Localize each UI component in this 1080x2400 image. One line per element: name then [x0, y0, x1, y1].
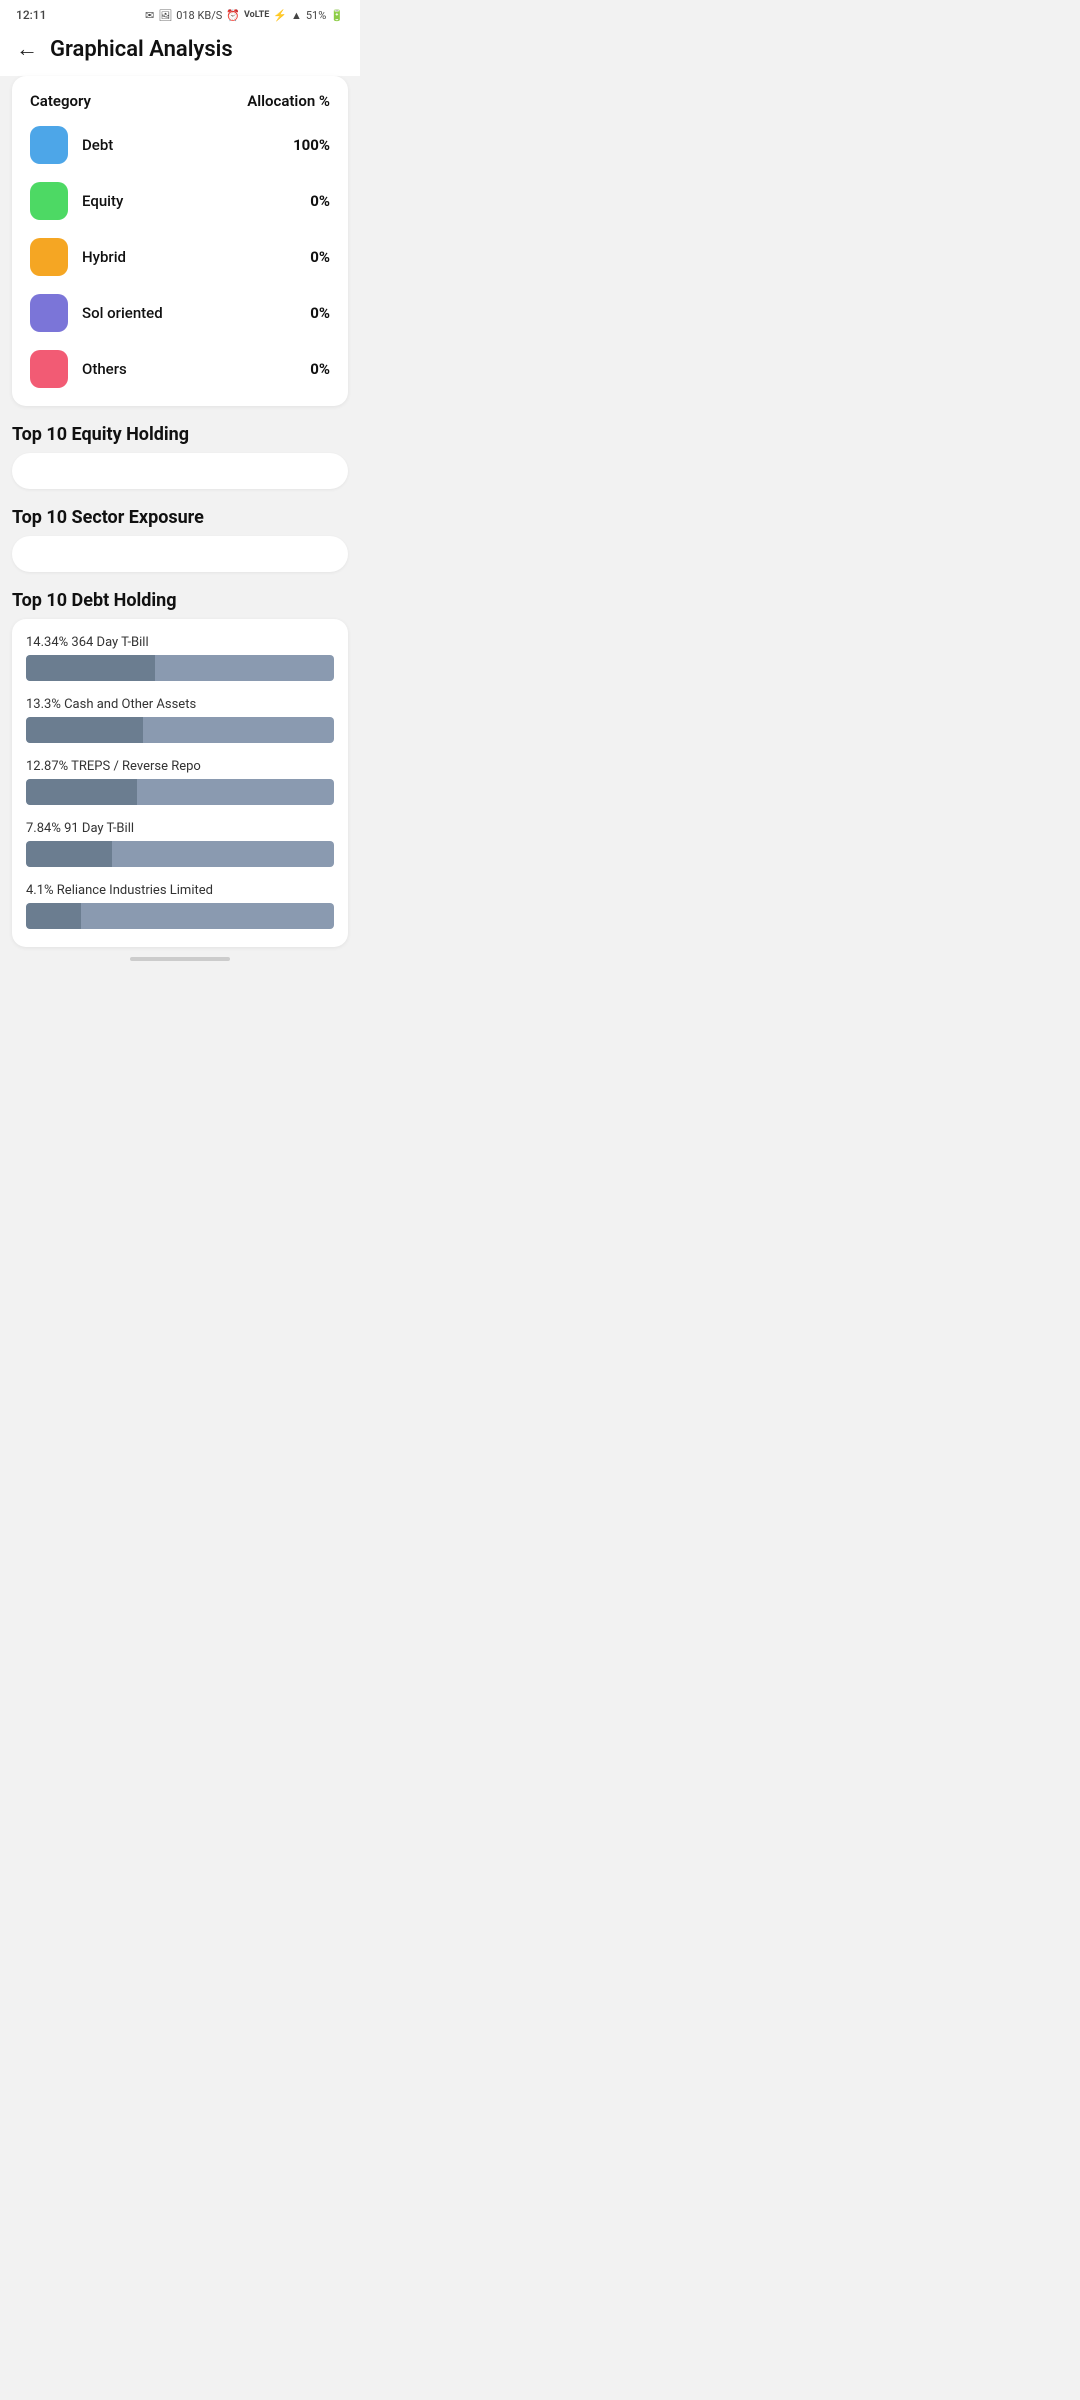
debt-bar-container	[26, 841, 334, 867]
sol-label: Sol oriented	[82, 304, 163, 322]
others-label: Others	[82, 360, 127, 378]
table-row: Others 0%	[30, 350, 330, 388]
debt-allocation: 100%	[293, 136, 330, 154]
equity-label: Equity	[82, 192, 123, 210]
debt-label: Debt	[82, 136, 113, 154]
hybrid-color-box	[30, 238, 68, 276]
table-row: Equity 0%	[30, 182, 330, 220]
category-left-sol: Sol oriented	[30, 294, 163, 332]
equity-color-box	[30, 182, 68, 220]
debt-bar-fill	[26, 779, 137, 805]
main-content: Category Allocation % Debt 100% Equity 0…	[0, 76, 360, 981]
others-allocation: 0%	[310, 360, 330, 378]
status-time: 12:11	[16, 8, 46, 22]
sol-color-box	[30, 294, 68, 332]
debt-bar-container	[26, 903, 334, 929]
back-button[interactable]: ←	[16, 36, 38, 62]
page-title: Graphical Analysis	[50, 37, 233, 62]
table-row: Hybrid 0%	[30, 238, 330, 276]
debt-holding-item: 13.3% Cash and Other Assets	[26, 697, 334, 743]
equity-allocation: 0%	[310, 192, 330, 210]
debt-section-title: Top 10 Debt Holding	[12, 590, 348, 611]
category-allocation-card: Category Allocation % Debt 100% Equity 0…	[12, 76, 348, 406]
sol-allocation: 0%	[310, 304, 330, 322]
status-icons: ✉ 🖼 018 KB/S ⏰ VoLTE ⚡ ▲ 51% 🔋	[145, 9, 344, 22]
table-row: Debt 100%	[30, 126, 330, 164]
wifi-icon: ▲	[291, 9, 302, 22]
hybrid-label: Hybrid	[82, 248, 126, 266]
header: ← Graphical Analysis	[0, 26, 360, 76]
debt-bar-fill	[26, 903, 81, 929]
debt-bar-fill	[26, 655, 155, 681]
category-left-equity: Equity	[30, 182, 123, 220]
debt-color-box	[30, 126, 68, 164]
hybrid-allocation: 0%	[310, 248, 330, 266]
debt-holding-item: 7.84% 91 Day T-Bill	[26, 821, 334, 867]
battery-icon: 🔋	[330, 9, 344, 22]
debt-item-label: 13.3% Cash and Other Assets	[26, 697, 334, 712]
scroll-indicator	[130, 957, 230, 961]
status-bar: 12:11 ✉ 🖼 018 KB/S ⏰ VoLTE ⚡ ▲ 51% 🔋	[0, 0, 360, 26]
others-color-box	[30, 350, 68, 388]
debt-bar-container	[26, 717, 334, 743]
volte-icon: VoLTE	[244, 10, 269, 20]
equity-section-title: Top 10 Equity Holding	[12, 424, 348, 445]
battery-text: 51%	[306, 9, 326, 22]
sector-empty-card	[12, 536, 348, 572]
debt-item-label: 14.34% 364 Day T-Bill	[26, 635, 334, 650]
debt-bar-container	[26, 655, 334, 681]
debt-bar-container	[26, 779, 334, 805]
col-allocation-label: Allocation %	[247, 92, 330, 110]
mail-icon: ✉	[145, 9, 154, 22]
category-left-debt: Debt	[30, 126, 113, 164]
debt-holding-item: 4.1% Reliance Industries Limited	[26, 883, 334, 929]
table-header-row: Category Allocation %	[30, 92, 330, 110]
debt-holding-item: 14.34% 364 Day T-Bill	[26, 635, 334, 681]
data-speed: 018 KB/S	[176, 9, 222, 22]
debt-bar-fill	[26, 717, 143, 743]
equity-empty-card	[12, 453, 348, 489]
bluetooth-icon: ⚡	[273, 9, 287, 22]
image-icon: 🖼	[158, 9, 172, 22]
alarm-icon: ⏰	[226, 9, 240, 22]
category-left-others: Others	[30, 350, 127, 388]
sector-section-title: Top 10 Sector Exposure	[12, 507, 348, 528]
debt-item-label: 7.84% 91 Day T-Bill	[26, 821, 334, 836]
debt-holdings-card: 14.34% 364 Day T-Bill 13.3% Cash and Oth…	[12, 619, 348, 947]
debt-bar-fill	[26, 841, 112, 867]
table-row: Sol oriented 0%	[30, 294, 330, 332]
category-left-hybrid: Hybrid	[30, 238, 126, 276]
debt-holding-item: 12.87% TREPS / Reverse Repo	[26, 759, 334, 805]
debt-item-label: 12.87% TREPS / Reverse Repo	[26, 759, 334, 774]
col-category-label: Category	[30, 92, 91, 110]
debt-item-label: 4.1% Reliance Industries Limited	[26, 883, 334, 898]
